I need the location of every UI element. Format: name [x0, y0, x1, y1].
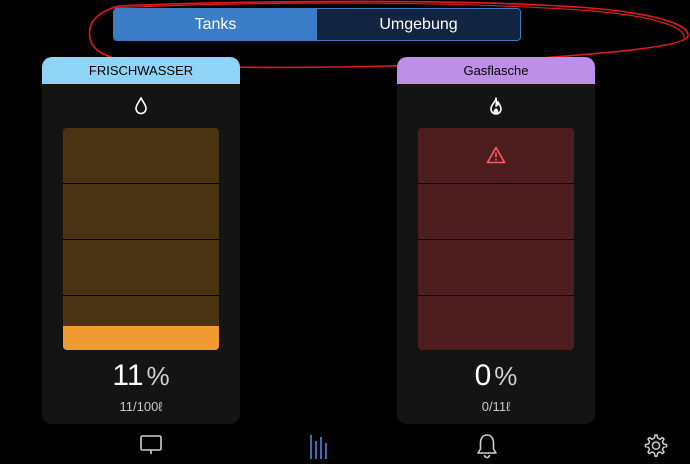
flame-icon: [397, 84, 595, 128]
gauge-divider: [418, 183, 574, 184]
warning-triangle-icon: [486, 146, 506, 164]
tank-level-gauge: [63, 128, 219, 350]
tab-switcher: Tanks Umgebung: [113, 8, 521, 41]
bell-icon[interactable]: [475, 433, 499, 464]
percent-value: 0: [474, 359, 492, 392]
tank-level-fill: [63, 325, 219, 350]
gauge-divider: [418, 239, 574, 240]
tank-percent: 0%: [397, 359, 595, 393]
bottom-nav: [0, 430, 690, 459]
tank-percent: 11%: [42, 359, 240, 393]
percent-value: 11: [112, 359, 144, 392]
water-drop-icon: [42, 84, 240, 128]
monitor-icon[interactable]: [139, 433, 163, 462]
tank-title: FRISCHWASSER: [42, 57, 240, 84]
gear-icon[interactable]: [642, 433, 668, 464]
tab-tanks[interactable]: Tanks: [114, 9, 317, 40]
levels-icon[interactable]: [308, 433, 330, 464]
gauge-divider: [63, 239, 219, 240]
percent-sign: %: [494, 361, 518, 391]
gauge-divider: [63, 295, 219, 296]
tank-card-frischwasser[interactable]: FRISCHWASSER 11% 11/100ℓ: [42, 57, 240, 424]
tank-level-gauge: [418, 128, 574, 350]
gauge-divider: [63, 183, 219, 184]
tank-capacity: 0/11ℓ: [481, 399, 511, 414]
tank-title: Gasflasche: [397, 57, 595, 84]
tab-umgebung[interactable]: Umgebung: [317, 9, 520, 40]
tank-card-gasflasche[interactable]: Gasflasche 0% 0/11ℓ: [397, 57, 595, 424]
percent-sign: %: [146, 361, 170, 391]
gauge-divider: [418, 295, 574, 296]
tank-capacity: 11/100ℓ: [119, 399, 163, 414]
